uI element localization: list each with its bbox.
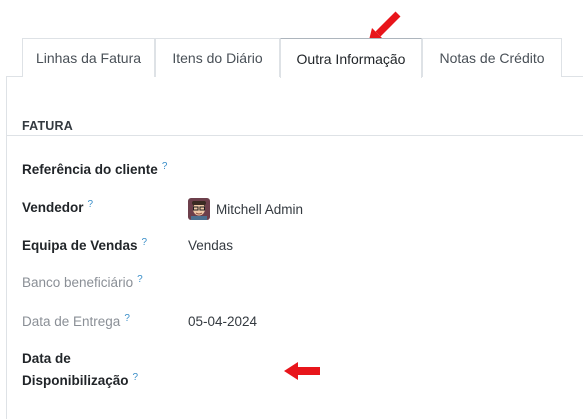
tab-invoice-lines[interactable]: Linhas da Fatura bbox=[22, 38, 155, 77]
sales-team-label: Equipa de Vendas? bbox=[22, 237, 148, 253]
help-tooltip-icon[interactable]: ? bbox=[88, 199, 94, 210]
delivery-date-field[interactable]: 05-04-2024 bbox=[188, 314, 257, 329]
help-tooltip-icon[interactable]: ? bbox=[124, 313, 130, 324]
field-label-text: Banco beneficiário bbox=[22, 275, 134, 290]
red-arrow-annotation-icon bbox=[284, 362, 320, 380]
help-tooltip-icon[interactable]: ? bbox=[137, 274, 143, 285]
tab-credit-notes[interactable]: Notas de Crédito bbox=[422, 38, 562, 77]
user-avatar-icon bbox=[188, 198, 210, 220]
field-label-line2: Disponibilização bbox=[22, 373, 129, 388]
delivery-date-value: 05-04-2024 bbox=[188, 314, 258, 329]
availability-date-label: Data de Disponibilização? bbox=[22, 348, 138, 394]
field-label-text: Referência do cliente bbox=[22, 162, 158, 177]
tab-label: Linhas da Fatura bbox=[35, 50, 142, 66]
field-label-line1: Data de bbox=[22, 351, 71, 366]
salesperson-label: Vendedor? bbox=[22, 199, 94, 215]
tab-label: Notas de Crédito bbox=[439, 50, 545, 66]
salesperson-value: Mitchell Admin bbox=[216, 201, 304, 217]
field-label-text: Data de Entrega bbox=[22, 314, 121, 329]
help-tooltip-icon[interactable]: ? bbox=[162, 161, 168, 172]
section-divider bbox=[6, 135, 583, 136]
tab-label: Itens do Diário bbox=[172, 50, 263, 66]
salesperson-field[interactable]: Mitchell Admin bbox=[188, 198, 303, 220]
tab-journal-items[interactable]: Itens do Diário bbox=[155, 38, 280, 77]
sales-team-field[interactable]: Vendas bbox=[188, 238, 233, 253]
section-title: FATURA bbox=[22, 119, 73, 133]
customer-reference-label: Referência do cliente? bbox=[22, 161, 168, 177]
beneficiary-bank-label: Banco beneficiário? bbox=[22, 274, 143, 290]
field-label-text: Vendedor bbox=[22, 200, 84, 215]
field-label-text: Equipa de Vendas bbox=[22, 238, 138, 253]
delivery-date-label: Data de Entrega? bbox=[22, 313, 130, 329]
help-tooltip-icon[interactable]: ? bbox=[133, 372, 139, 383]
tab-label: Outra Informação bbox=[296, 50, 406, 67]
notebook-tabs: Linhas da Fatura Itens do Diário Outra I… bbox=[22, 38, 583, 78]
sheet-left-border bbox=[6, 76, 7, 419]
help-tooltip-icon[interactable]: ? bbox=[142, 237, 148, 248]
sales-team-value: Vendas bbox=[188, 238, 234, 253]
tab-other-info[interactable]: Outra Informação bbox=[280, 38, 422, 78]
form-page: Linhas da Fatura Itens do Diário Outra I… bbox=[0, 0, 583, 419]
